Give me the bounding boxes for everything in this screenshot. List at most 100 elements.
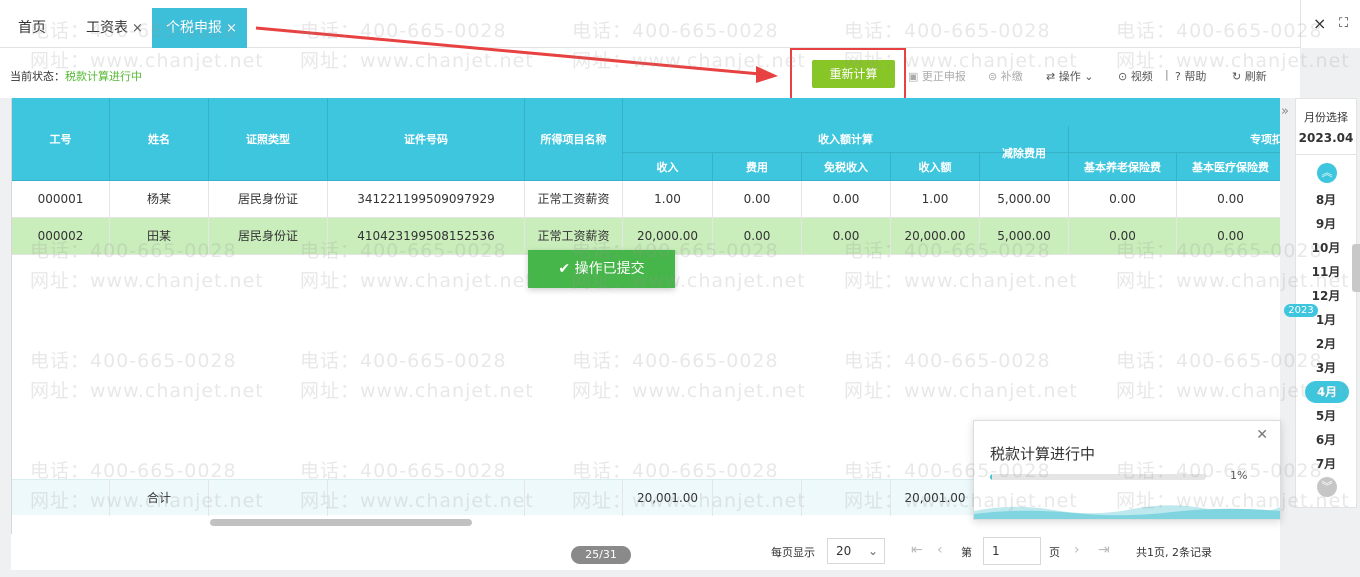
header-id-no[interactable]: 证件号码 xyxy=(328,98,525,181)
table-row[interactable]: 000001 杨某 居民身份证 341221199509097929 正常工资薪… xyxy=(12,181,1280,218)
cell-income-amount: 1.00 xyxy=(891,181,980,218)
last-page-icon[interactable]: ⇥ xyxy=(1098,542,1110,558)
header-pension[interactable]: 基本养老保险费 xyxy=(1069,153,1177,181)
total-empty-cell xyxy=(328,480,525,516)
cell-medical: 0.00 xyxy=(1177,181,1280,218)
header-income[interactable]: 收入 xyxy=(623,153,713,181)
month-item-selected[interactable]: 4月 xyxy=(1305,381,1349,403)
tab-label: 工资表 xyxy=(86,20,128,36)
operate-dropdown[interactable]: ⇄ 操作 ⌄ xyxy=(1046,68,1093,84)
fullscreen-icon[interactable]: ⛶ xyxy=(1339,16,1348,31)
page-number-input[interactable]: 1 xyxy=(983,537,1041,565)
collapse-panel-icon[interactable]: » xyxy=(1281,104,1289,119)
header-deduction[interactable]: 减除费用 xyxy=(980,126,1069,181)
header-name[interactable]: 姓名 xyxy=(110,98,209,181)
first-page-icon[interactable]: ⇤ xyxy=(911,542,923,558)
correct-declaration-button[interactable]: ▣ 更正申报 xyxy=(908,68,966,84)
window-controls: × ⛶ xyxy=(1300,0,1360,48)
tab-label: 个税申报 xyxy=(166,20,222,36)
cell-name: 田某 xyxy=(110,218,209,255)
total-empty-cell xyxy=(12,480,110,516)
shuffle-icon: ⇄ xyxy=(1046,70,1059,83)
status-label: 当前状态： xyxy=(10,70,65,83)
month-selector-panel: 月份选择 2023.04 ︽ 8月 9月 10月 11月 12月 2023 1月… xyxy=(1284,98,1357,508)
cell-emp-no: 000001 xyxy=(12,181,110,218)
cell-tax-free: 0.00 xyxy=(802,181,891,218)
correct-label: 更正申报 xyxy=(921,70,966,83)
month-item[interactable]: 11月 xyxy=(1296,263,1356,280)
header-tax-free[interactable]: 免税收入 xyxy=(802,153,891,181)
pagination-bar: 25/31 每页显示 20 ⌄ ⇤ ‹ 第 1 页 › ⇥ 共1页, 2条记录 xyxy=(11,534,1280,570)
cell-expense: 0.00 xyxy=(713,181,802,218)
close-icon[interactable]: ✕ xyxy=(1256,427,1268,443)
cell-income-amount: 20,000.00 xyxy=(891,218,980,255)
tab-home[interactable]: 首页 xyxy=(8,8,56,48)
operate-label: 操作 xyxy=(1058,70,1081,83)
header-income-amount[interactable]: 收入额 xyxy=(891,153,980,181)
chevron-up-icon[interactable]: ︽ xyxy=(1317,163,1337,183)
cell-tax-free: 0.00 xyxy=(802,218,891,255)
progress-title: 税款计算进行中 xyxy=(990,445,1096,463)
help-button[interactable]: ? 帮助 xyxy=(1175,68,1206,84)
month-item[interactable]: 1月 xyxy=(1296,311,1356,328)
header-income-item[interactable]: 所得项目名称 xyxy=(525,98,623,181)
header-special-group: 专项扣除 xyxy=(1069,126,1280,153)
total-income-amount: 20,001.00 xyxy=(891,480,980,516)
refresh-button[interactable]: ↻ 刷新 xyxy=(1232,68,1267,84)
refresh-label: 刷新 xyxy=(1244,70,1267,83)
total-income: 20,001.00 xyxy=(623,480,713,516)
close-icon[interactable]: × xyxy=(132,21,143,36)
chevron-down-icon: ⌄ xyxy=(1080,70,1094,83)
cell-income: 1.00 xyxy=(623,181,713,218)
month-item[interactable]: 10月 xyxy=(1296,239,1356,256)
tab-tax-declaration[interactable]: 个税申报 × xyxy=(152,8,247,48)
cell-deduction: 5,000.00 xyxy=(980,218,1069,255)
per-page-value: 20 xyxy=(836,544,852,558)
header-expense[interactable]: 费用 xyxy=(713,153,802,181)
side-expand-tab[interactable] xyxy=(1352,244,1360,292)
toast-text: 操作已提交 xyxy=(574,261,645,277)
next-page-icon[interactable]: › xyxy=(1074,542,1080,558)
wave-decoration xyxy=(974,505,1280,519)
toolbar: 当前状态：税款计算进行中 重新计算 ▣ 更正申报 ⊜ 补缴 ⇄ 操作 ⌄ ⊙ 视… xyxy=(0,48,1300,106)
cell-pension: 0.00 xyxy=(1069,181,1177,218)
month-item[interactable]: 8月 xyxy=(1296,191,1356,208)
close-window-icon[interactable]: × xyxy=(1313,14,1326,33)
month-item[interactable]: 5月 xyxy=(1296,407,1356,424)
total-empty-cell xyxy=(525,480,623,516)
page-prefix-label: 第 xyxy=(961,546,972,559)
per-page-select[interactable]: 20 ⌄ xyxy=(827,538,885,564)
cell-income-item: 正常工资薪资 xyxy=(525,181,623,218)
chevron-down-icon: ⌄ xyxy=(867,544,878,558)
cell-deduction: 5,000.00 xyxy=(980,181,1069,218)
chevron-down-icon[interactable]: ︾ xyxy=(1317,477,1337,497)
month-panel-title: 月份选择 xyxy=(1304,111,1348,124)
header-id-type[interactable]: 证照类型 xyxy=(209,98,328,181)
month-item[interactable]: 7月 xyxy=(1296,455,1356,472)
prev-page-icon[interactable]: ‹ xyxy=(937,542,943,558)
per-page-label: 每页显示 xyxy=(771,546,815,559)
header-medical[interactable]: 基本医疗保险费 xyxy=(1177,153,1280,181)
total-label: 合计 xyxy=(110,480,209,516)
toolbar-separator: | xyxy=(1165,68,1169,81)
month-item[interactable]: 9月 xyxy=(1296,215,1356,232)
cell-id-no: 341221199509097929 xyxy=(328,181,525,218)
month-item[interactable]: 2月 xyxy=(1296,335,1356,352)
month-item[interactable]: 12月 xyxy=(1296,287,1356,304)
header-emp-no[interactable]: 工号 xyxy=(12,98,110,181)
help-label: 帮助 xyxy=(1184,70,1207,83)
tab-salary[interactable]: 工资表 × xyxy=(76,8,153,48)
recalculate-button[interactable]: 重新计算 xyxy=(812,60,895,88)
horizontal-scrollbar[interactable] xyxy=(210,519,472,526)
video-button[interactable]: ⊙ 视频 xyxy=(1118,68,1153,84)
record-summary: 共1页, 2条记录 xyxy=(1136,546,1212,559)
play-icon: ⊙ xyxy=(1118,70,1131,83)
month-item[interactable]: 6月 xyxy=(1296,431,1356,448)
supplement-button[interactable]: ⊜ 补缴 xyxy=(988,68,1023,84)
operation-submitted-toast: ✔ 操作已提交 xyxy=(528,250,675,288)
page-indicator-badge: 25/31 xyxy=(571,546,631,564)
current-period: 2023.04 xyxy=(1298,131,1354,145)
close-icon[interactable]: × xyxy=(226,21,237,36)
video-label: 视频 xyxy=(1130,70,1153,83)
month-item[interactable]: 3月 xyxy=(1296,359,1356,376)
